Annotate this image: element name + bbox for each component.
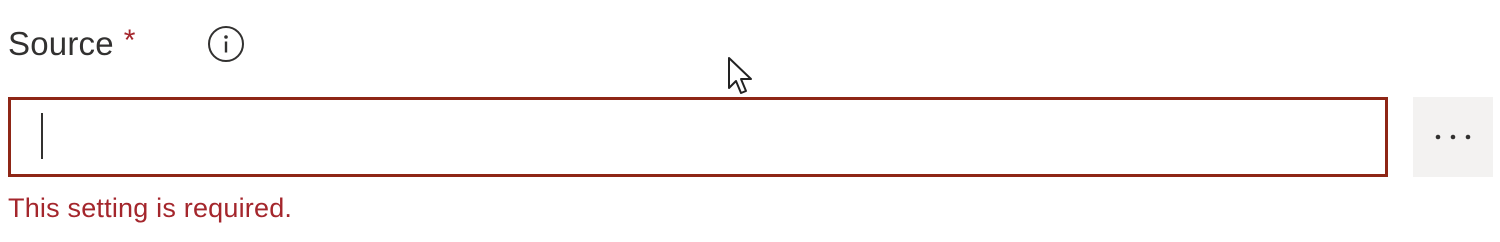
info-icon[interactable] bbox=[208, 26, 244, 62]
info-glyph bbox=[224, 35, 228, 53]
mouse-pointer-icon bbox=[728, 57, 752, 94]
ellipsis-icon bbox=[1435, 134, 1471, 140]
source-field-group: Source * This setting is required. bbox=[0, 0, 1500, 242]
error-message: This setting is required. bbox=[8, 193, 293, 223]
field-label-row: Source * bbox=[8, 22, 135, 66]
source-input[interactable] bbox=[41, 110, 1341, 164]
required-marker: * bbox=[123, 24, 136, 57]
more-options-button[interactable] bbox=[1413, 97, 1493, 177]
source-input-container[interactable] bbox=[8, 97, 1388, 177]
field-label: Source bbox=[8, 25, 114, 62]
text-caret bbox=[41, 113, 43, 159]
